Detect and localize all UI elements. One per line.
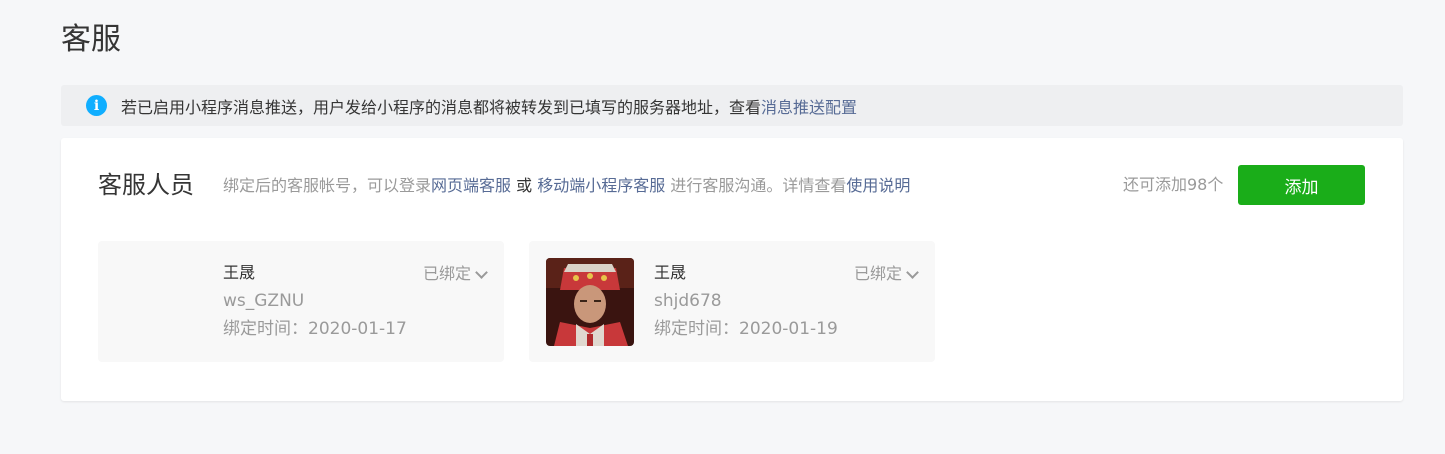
agent-bind-time: 绑定时间：2020-01-17 xyxy=(223,319,407,339)
agent-account: shjd678 xyxy=(654,291,722,311)
agent-name: 王晟 xyxy=(223,263,256,282)
status-label: 已绑定 xyxy=(422,264,471,283)
agents-card: 客服人员 绑定后的客服帐号，可以登录网页端客服 或 移动端小程序客服 进行客服沟… xyxy=(61,138,1403,401)
agent-card: 王晟 ws_GZNU 绑定时间：2020-01-17 已绑定 xyxy=(98,241,504,362)
info-icon: i xyxy=(86,95,107,116)
chevron-down-icon xyxy=(906,265,919,279)
section-description: 绑定后的客服帐号，可以登录网页端客服 或 移动端小程序客服 进行客服沟通。详情查… xyxy=(223,175,910,197)
avatar xyxy=(546,258,634,346)
avatar xyxy=(115,258,203,346)
agent-bind-time: 绑定时间：2020-01-19 xyxy=(654,319,838,339)
message-push-config-link[interactable]: 消息推送配置 xyxy=(761,94,857,118)
add-button[interactable]: 添加 xyxy=(1238,165,1365,205)
agent-card: 王晟 shjd678 绑定时间：2020-01-19 已绑定 xyxy=(529,241,935,362)
desc-text-1: 绑定后的客服帐号，可以登录 xyxy=(223,176,432,195)
desc-or: 或 xyxy=(511,176,538,195)
help-link[interactable]: 使用说明 xyxy=(846,176,910,195)
web-client-link[interactable]: 网页端客服 xyxy=(431,176,511,195)
mobile-client-link[interactable]: 移动端小程序客服 xyxy=(537,176,665,195)
notice-bar: i 若已启用小程序消息推送，用户发给小程序的消息都将被转发到已填写的服务器地址，… xyxy=(61,85,1403,126)
agent-account: ws_GZNU xyxy=(223,291,305,311)
desc-text-2: 进行客服沟通。详情查看 xyxy=(665,176,847,195)
status-label: 已绑定 xyxy=(853,264,902,283)
agent-name: 王晟 xyxy=(654,263,687,282)
remaining-count: 还可添加98个 xyxy=(1123,175,1224,194)
status-dropdown[interactable]: 已绑定 xyxy=(853,263,919,285)
page-title: 客服 xyxy=(61,22,121,57)
notice-text: 若已启用小程序消息推送，用户发给小程序的消息都将被转发到已填写的服务器地址，查看 xyxy=(121,97,762,117)
avatar-image xyxy=(546,258,634,346)
chevron-down-icon xyxy=(475,265,488,279)
status-dropdown[interactable]: 已绑定 xyxy=(422,263,488,285)
section-title: 客服人员 xyxy=(98,171,194,199)
